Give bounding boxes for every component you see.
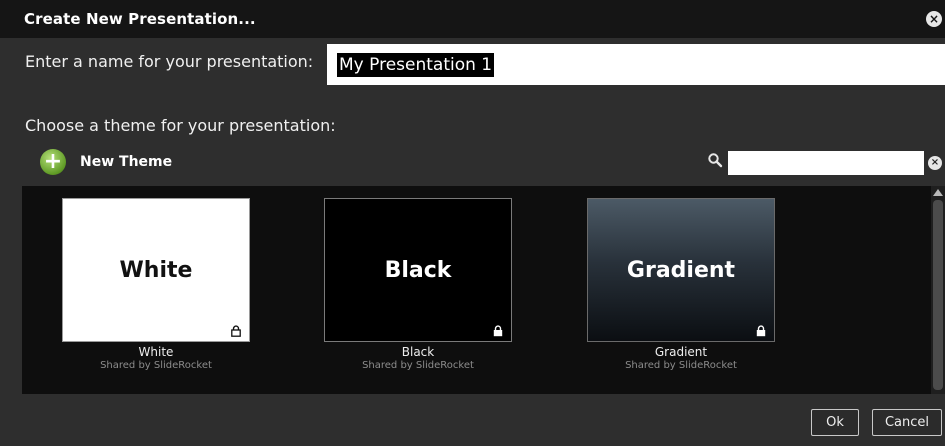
- dialog-title: Create New Presentation...: [24, 10, 256, 28]
- theme-thumbnail-title: White: [119, 257, 193, 283]
- theme-thumbnail[interactable]: Black: [324, 198, 512, 342]
- cancel-button[interactable]: Cancel: [872, 409, 942, 436]
- theme-section-label: Choose a theme for your presentation:: [25, 116, 336, 135]
- theme-gallery: White White Shared by SlideRocket Black …: [22, 186, 931, 394]
- theme-thumbnail-title: Black: [384, 257, 452, 283]
- theme-shared-by: Shared by SlideRocket: [625, 360, 737, 371]
- lock-icon: [231, 325, 241, 337]
- new-theme-label: New Theme: [80, 154, 173, 170]
- theme-thumbnail[interactable]: White: [62, 198, 250, 342]
- theme-thumbnail[interactable]: Gradient: [587, 198, 775, 342]
- theme-card-gradient[interactable]: Gradient Gradient Shared by SlideRocket: [587, 198, 775, 371]
- presentation-name-value: My Presentation 1: [337, 52, 495, 77]
- scrollbar-thumb[interactable]: [933, 200, 943, 390]
- theme-name: Gradient: [654, 345, 708, 359]
- theme-name: Black: [401, 345, 435, 359]
- theme-card-black[interactable]: Black Black Shared by SlideRocket: [324, 198, 512, 371]
- search-icon: [708, 153, 723, 168]
- presentation-name-input[interactable]: My Presentation 1: [327, 44, 945, 85]
- scroll-up-arrow-icon[interactable]: [933, 189, 943, 196]
- theme-name: White: [138, 345, 174, 359]
- ok-button[interactable]: Ok: [811, 409, 859, 436]
- presentation-name-label: Enter a name for your presentation:: [25, 52, 314, 71]
- plus-circle-icon: +: [40, 149, 66, 175]
- close-icon[interactable]: ×: [926, 11, 942, 27]
- lock-icon: [756, 325, 766, 337]
- theme-search-input[interactable]: [728, 151, 924, 175]
- lock-icon: [493, 325, 503, 337]
- gallery-scrollbar[interactable]: [931, 186, 945, 394]
- new-theme-button[interactable]: + New Theme: [40, 148, 172, 176]
- dialog-titlebar: Create New Presentation... ×: [0, 0, 945, 38]
- theme-shared-by: Shared by SlideRocket: [100, 360, 212, 371]
- theme-shared-by: Shared by SlideRocket: [362, 360, 474, 371]
- clear-search-icon[interactable]: ×: [928, 156, 942, 170]
- theme-card-white[interactable]: White White Shared by SlideRocket: [62, 198, 250, 371]
- theme-thumbnail-title: Gradient: [626, 257, 736, 283]
